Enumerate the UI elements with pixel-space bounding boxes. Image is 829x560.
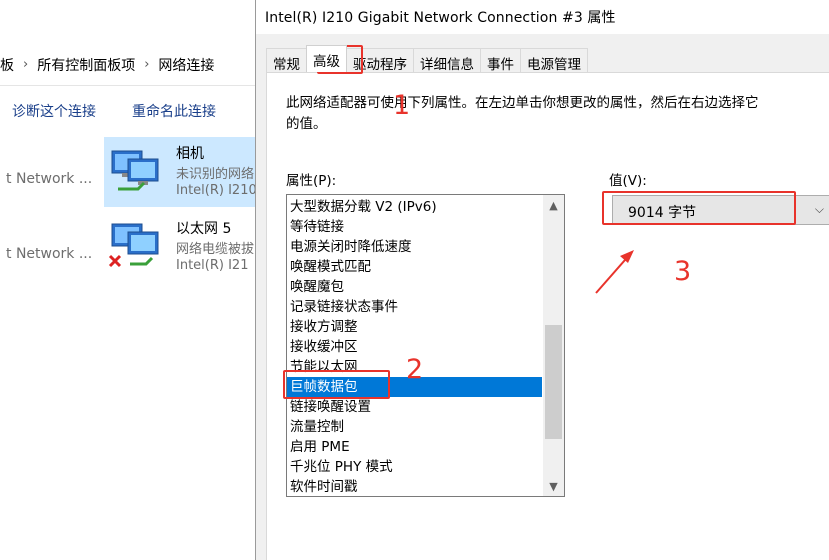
tab-power-management[interactable]: 电源管理 (520, 48, 588, 73)
property-item[interactable]: 链接唤醒设置 (287, 397, 542, 417)
value-label: 值(V): (609, 173, 647, 189)
network-adapter-icon (111, 150, 159, 191)
adapter-status: 网络电缆被拔 (176, 242, 255, 257)
rename-connection-button[interactable]: 重命名此连接 (132, 101, 216, 121)
annotation-number-3: 3 (674, 256, 692, 287)
tab-advanced[interactable]: 高级 (306, 45, 347, 72)
adapter-properties-dialog: Intel(R) I210 Gigabit Network Connection… (255, 0, 829, 560)
property-item[interactable]: 大型数据分载 V2 (IPv6) (287, 197, 542, 217)
property-item[interactable]: 唤醒魔包 (287, 277, 542, 297)
chevron-down-icon[interactable]: ▼ (543, 476, 564, 496)
property-item[interactable]: 电源关闭时降低速度 (287, 237, 542, 257)
adapter-device-left: t Network ... (6, 246, 93, 262)
breadcrumb: 板 › 所有控制面板项 › 网络连接 (0, 44, 260, 86)
property-item[interactable]: 接收方调整 (287, 317, 542, 337)
chevron-down-icon[interactable]: ⌵ (815, 202, 824, 217)
adapter-device: Intel(R) I21 (176, 258, 249, 273)
tab-details[interactable]: 详细信息 (413, 48, 481, 73)
advanced-tab-panel: 此网络适配器可使用下列属性。在左边单击你想更改的属性，然后在右边选择它的值。 属… (266, 72, 829, 560)
scrollbar-thumb[interactable] (545, 325, 562, 439)
chevron-right-icon[interactable]: › (144, 57, 149, 72)
tab-general[interactable]: 常规 (266, 48, 307, 73)
chevron-right-icon[interactable]: › (23, 57, 28, 72)
breadcrumb-item-all-items[interactable]: 所有控制面板项 (37, 55, 135, 75)
adapter-camera[interactable]: t Network ... 相机 未识别的网络 Intel(R) I210 (0, 137, 260, 207)
property-item[interactable]: 软件时间戳 (287, 477, 542, 496)
property-list: 大型数据分载 V2 (IPv6) 等待链接 电源关闭时降低速度 唤醒模式匹配 唤… (287, 197, 542, 496)
tab-bar: 常规 高级 驱动程序 详细信息 事件 电源管理 (266, 45, 588, 73)
network-adapter-disconnected-icon (108, 223, 159, 268)
property-item[interactable]: 等待链接 (287, 217, 542, 237)
property-label: 属性(P): (286, 173, 337, 189)
network-connections-window: 板 › 所有控制面板项 › 网络连接 诊断这个连接 重命名此连接 t Netwo… (0, 0, 260, 560)
tab-driver[interactable]: 驱动程序 (346, 48, 414, 73)
command-bar: 诊断这个连接 重命名此连接 (0, 92, 260, 130)
tab-events[interactable]: 事件 (480, 48, 521, 73)
annotation-number-2: 2 (406, 354, 424, 385)
property-item[interactable]: 千兆位 PHY 模式 (287, 457, 542, 477)
adapter-name: 以太网 5 (176, 221, 232, 237)
value-dropdown[interactable]: 9014 字节 ⌵ (612, 195, 829, 225)
adapter-ethernet-5[interactable]: t Network ... 以太网 5 网络电缆被拔 Intel(R) I21 (0, 212, 260, 280)
chevron-up-icon[interactable]: ▲ (543, 195, 564, 215)
property-item[interactable]: 唤醒模式匹配 (287, 257, 542, 277)
annotation-number-1: 1 (393, 90, 411, 121)
adapter-device-left: t Network ... (6, 171, 93, 187)
value-selected: 9014 字节 (628, 205, 697, 221)
adapter-status: 未识别的网络 (176, 167, 255, 182)
property-list-scrollbar[interactable]: ▲ ▼ (543, 195, 564, 496)
property-item[interactable]: 启用 PME (287, 437, 542, 457)
breadcrumb-item-network-connections[interactable]: 网络连接 (158, 55, 214, 75)
dialog-title: Intel(R) I210 Gigabit Network Connection… (256, 0, 829, 34)
breadcrumb-item-control-panel[interactable]: 板 (0, 55, 14, 75)
property-item[interactable]: 记录链接状态事件 (287, 297, 542, 317)
adapter-name: 相机 (176, 146, 204, 162)
adapter-device: Intel(R) I210 (176, 183, 257, 198)
panel-description: 此网络适配器可使用下列属性。在左边单击你想更改的属性，然后在右边选择它的值。 (286, 95, 759, 132)
diagnose-connection-button[interactable]: 诊断这个连接 (12, 101, 96, 121)
property-listbox[interactable]: 大型数据分载 V2 (IPv6) 等待链接 电源关闭时降低速度 唤醒模式匹配 唤… (286, 194, 565, 497)
property-item[interactable]: 流量控制 (287, 417, 542, 437)
